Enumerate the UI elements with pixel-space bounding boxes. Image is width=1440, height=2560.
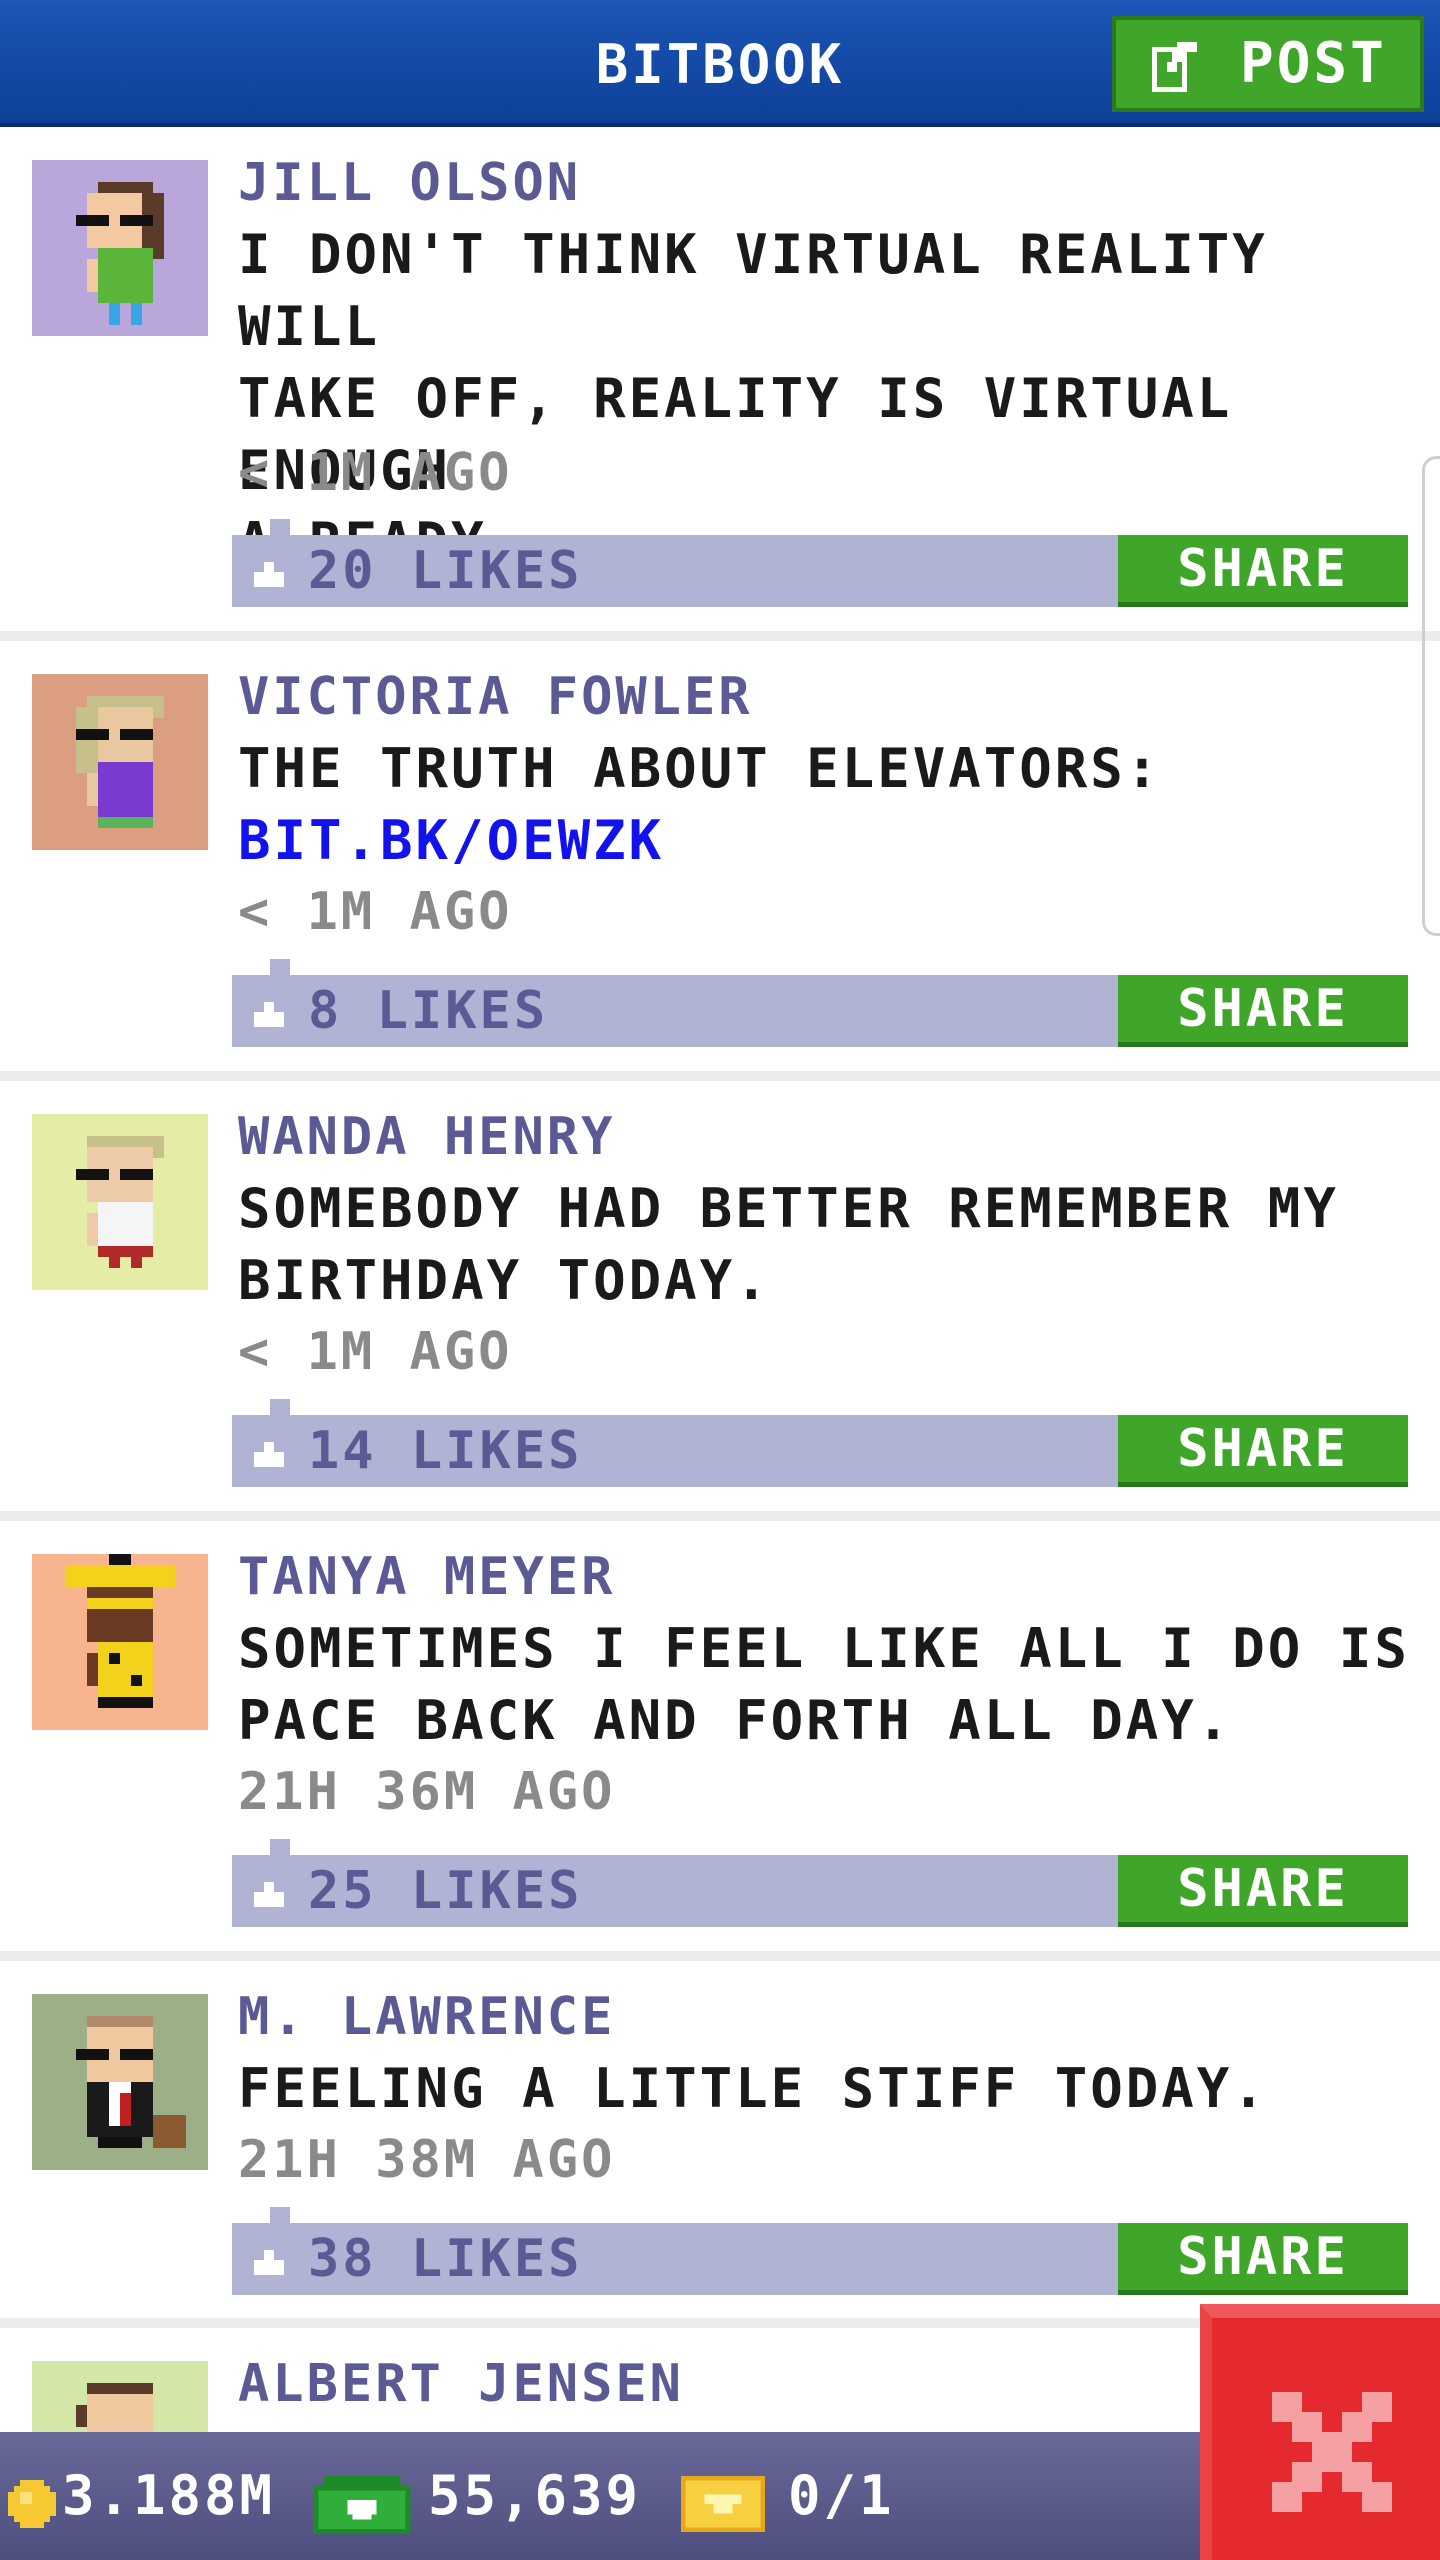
share-button[interactable]: SHARE <box>1118 975 1408 1047</box>
post-text: FEELING A LITTLE STIFF TODAY. <box>238 2057 1268 2120</box>
post-text: I DON'T THINK VIRTUAL REALITY WILL TAKE … <box>238 223 1268 574</box>
post-author[interactable]: WANDA HENRY <box>238 1102 615 1172</box>
thumbs-up-icon[interactable] <box>254 1437 284 1467</box>
coin-icon <box>8 2480 56 2528</box>
likes-bar: 25 LIKES SHARE <box>232 1839 1408 1927</box>
ticket-icon <box>681 2476 765 2532</box>
close-icon <box>1272 2392 1392 2512</box>
post-author[interactable]: TANYA MEYER <box>238 1542 615 1612</box>
likes-count: 20 LIKES <box>308 541 583 601</box>
post-author[interactable]: JILL OLSON <box>238 148 581 218</box>
avatar <box>32 2361 208 2432</box>
post-author[interactable]: VICTORIA FOWLER <box>238 662 753 732</box>
app-header: BITBOOK POST <box>0 0 1440 127</box>
post-text: SOMETIMES I FEEL LIKE ALL I DO IS PACE B… <box>238 1617 1410 1752</box>
share-button[interactable]: SHARE <box>1118 1415 1408 1487</box>
close-button[interactable] <box>1200 2304 1440 2560</box>
avatar <box>32 1114 208 1290</box>
coins-value: 3.188M <box>62 2464 276 2527</box>
post-time: < 1M AGO <box>238 443 513 503</box>
post-time: 21H 36M AGO <box>238 1762 616 1822</box>
tickets-value: 0/1 <box>788 2464 895 2527</box>
likes-bar: 38 LIKES SHARE <box>232 2207 1408 2295</box>
feed-post: TANYA MEYER SOMETIMES I FEEL LIKE ALL I … <box>0 1521 1440 1961</box>
feed-post: JILL OLSON I DON'T THINK VIRTUAL REALITY… <box>0 127 1440 641</box>
likes-count: 8 LIKES <box>308 981 549 1041</box>
post-author[interactable]: ALBERT JENSEN <box>238 2349 684 2419</box>
post-button[interactable]: POST <box>1112 16 1424 112</box>
edit-icon <box>1152 42 1197 92</box>
share-button[interactable]: SHARE <box>1118 535 1408 607</box>
post-author[interactable]: M. LAWRENCE <box>238 1982 615 2052</box>
thumbs-up-icon[interactable] <box>254 557 284 587</box>
post-time: 21H 38M AGO <box>238 2130 616 2190</box>
avatar <box>32 160 208 336</box>
likes-count: 14 LIKES <box>308 1421 583 1481</box>
thumbs-up-icon[interactable] <box>254 2245 284 2275</box>
post-text: THE TRUTH ABOUT ELEVATORS: <box>238 737 1162 800</box>
thumbs-up-icon[interactable] <box>254 1877 284 1907</box>
cash-icon <box>313 2476 411 2534</box>
post-link[interactable]: BIT.BK/OEWZK <box>238 805 1428 877</box>
share-button[interactable]: SHARE <box>1118 1855 1408 1927</box>
feed-post: M. LAWRENCE FEELING A LITTLE STIFF TODAY… <box>0 1961 1440 2328</box>
share-button[interactable]: SHARE <box>1118 2223 1408 2295</box>
scroll-indicator[interactable] <box>1422 456 1440 936</box>
post-button-label: POST <box>1240 31 1387 96</box>
post-text: SOMEBODY HAD BETTER REMEMBER MY BIRTHDAY… <box>238 1177 1339 1312</box>
likes-count: 38 LIKES <box>308 2229 583 2289</box>
post-time: < 1M AGO <box>238 1322 513 1382</box>
avatar <box>32 1994 208 2170</box>
post-time: < 1M AGO <box>238 882 513 942</box>
thumbs-up-icon[interactable] <box>254 997 284 1027</box>
likes-bar: 20 LIKES SHARE <box>232 519 1408 607</box>
likes-bar: 8 LIKES SHARE <box>232 959 1408 1047</box>
avatar <box>32 674 208 850</box>
avatar <box>32 1554 208 1730</box>
feed-post: WANDA HENRY SOMEBODY HAD BETTER REMEMBER… <box>0 1081 1440 1521</box>
feed-post: VICTORIA FOWLER THE TRUTH ABOUT ELEVATOR… <box>0 641 1440 1081</box>
likes-bar: 14 LIKES SHARE <box>232 1399 1408 1487</box>
likes-count: 25 LIKES <box>308 1861 583 1921</box>
feed[interactable]: JILL OLSON I DON'T THINK VIRTUAL REALITY… <box>0 127 1440 2432</box>
cash-value: 55,639 <box>428 2464 642 2527</box>
